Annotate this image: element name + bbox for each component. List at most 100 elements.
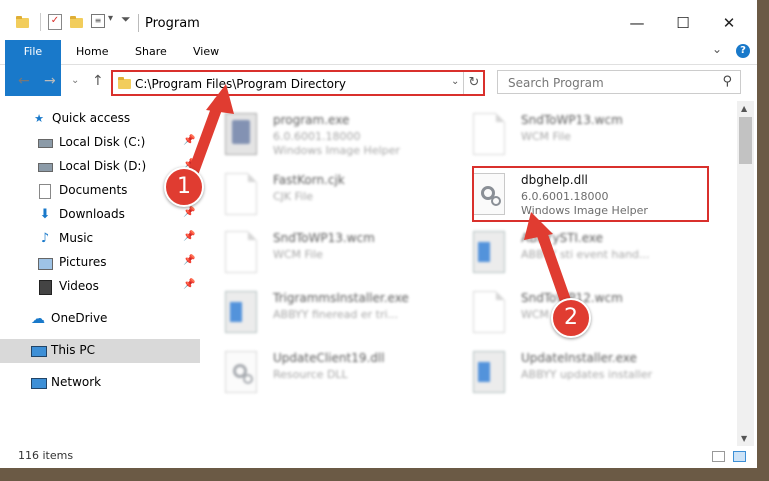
chevron-down-icon[interactable]: ⌄	[451, 76, 459, 87]
exe-icon	[225, 113, 257, 155]
sidebar-item-label: Local Disk (D:)	[59, 159, 147, 173]
address-bar[interactable]: C:\Program Files\Program Directory ⌄ ↻	[111, 70, 485, 96]
sidebar-item-network[interactable]: Network	[0, 371, 200, 395]
app-icon	[473, 231, 505, 273]
file-type: CJK File	[273, 190, 314, 203]
list-item[interactable]: ABBYySTI.exe ABBYY sti event hand...	[461, 225, 701, 281]
sidebar-item-label: Downloads	[59, 207, 125, 221]
sidebar-item-music[interactable]: ♪ Music 📌	[0, 227, 200, 251]
separator	[40, 13, 41, 31]
help-icon[interactable]: ?	[736, 44, 750, 58]
pin-icon[interactable]: 📌	[183, 279, 195, 290]
callout-badge-2: 2	[551, 298, 591, 338]
sidebar-item-label: This PC	[51, 343, 95, 357]
expand-ribbon-icon[interactable]: ⌄	[712, 42, 722, 56]
back-button[interactable]: ←	[18, 73, 30, 89]
list-item[interactable]: UpdateInstaller.exe ABBYY updates instal…	[461, 345, 701, 401]
list-item[interactable]: FastKorn.cjk CJK File	[213, 167, 453, 223]
gear-document-icon	[225, 351, 257, 393]
view-icon[interactable]: ≡	[91, 14, 105, 28]
search-box[interactable]: ⚲	[497, 70, 741, 94]
list-item[interactable]: TrigrammsInstaller.exe ABBYY fineread er…	[213, 285, 453, 341]
pin-icon[interactable]: 📌	[183, 255, 195, 266]
documents-icon	[38, 184, 52, 199]
file-type: ABBYY updates installer	[521, 368, 653, 381]
pin-icon[interactable]: 📌	[183, 135, 195, 146]
ribbon: File Home Share View ⌄ ?	[0, 40, 757, 96]
sidebar-item-pictures[interactable]: Pictures 📌	[0, 251, 200, 275]
folder-icon	[118, 77, 131, 89]
list-item[interactable]: program.exe 6.0.6001.18000 Windows Image…	[213, 107, 453, 163]
navigation-bar: ← → ⌄ ↑ C:\Program Files\Program Directo…	[0, 65, 757, 101]
videos-icon	[38, 280, 52, 295]
star-icon: ★	[34, 112, 44, 125]
separator	[138, 14, 139, 32]
large-icons-view-icon[interactable]	[733, 451, 746, 462]
sidebar-item-local-disk-c[interactable]: Local Disk (C:) 📌	[0, 131, 200, 155]
details-view-icon[interactable]	[712, 451, 725, 462]
pin-icon[interactable]: 📌	[183, 231, 195, 242]
scroll-down-icon[interactable]: ▼	[741, 434, 747, 443]
refresh-button[interactable]: ↻	[463, 72, 484, 94]
folder-icon	[16, 16, 29, 28]
cloud-icon: ☁	[31, 311, 45, 327]
vertical-scrollbar[interactable]: ▲ ▼	[737, 101, 754, 446]
recent-locations-button[interactable]: ⌄	[71, 75, 79, 86]
music-icon: ♪	[40, 231, 50, 246]
sidebar-item-this-pc[interactable]: This PC	[0, 339, 200, 363]
search-icon: ⚲	[722, 74, 732, 89]
address-path[interactable]: C:\Program Files\Program Directory	[135, 77, 346, 91]
sidebar-item-onedrive[interactable]: ☁ OneDrive	[0, 307, 200, 331]
file-type: 6.0.6001.18000	[273, 130, 361, 143]
minimize-button[interactable]: —	[614, 8, 660, 38]
up-button[interactable]: ↑	[92, 73, 104, 89]
status-bar: 116 items	[0, 447, 757, 467]
file-name: UpdateClient19.dll	[273, 351, 385, 365]
document-icon	[473, 113, 505, 155]
list-item[interactable]: UpdateClient19.dll Resource DLL	[213, 345, 453, 401]
pin-icon[interactable]: 📌	[183, 207, 195, 218]
download-icon: ⬇	[39, 207, 51, 222]
chevron-down-icon[interactable]: ▾	[108, 13, 113, 24]
tab-home[interactable]: Home	[76, 40, 108, 64]
maximize-button[interactable]: ☐	[660, 8, 706, 38]
sidebar-item-quick-access[interactable]: ★ Quick access	[0, 107, 200, 131]
close-button[interactable]: ✕	[706, 8, 752, 38]
sidebar-item-videos[interactable]: Videos 📌	[0, 275, 200, 299]
forward-button[interactable]: →	[44, 73, 56, 89]
file-name: ABBYySTI.exe	[521, 231, 604, 245]
tab-share[interactable]: Share	[135, 40, 167, 64]
list-item[interactable]: SndToWP13.wcm WCM File	[461, 107, 701, 163]
explorer-window: ✓ ≡ ▾ ⏷ Program — ☐ ✕ File Home Share Vi…	[0, 0, 757, 468]
file-type: WCM File	[273, 248, 323, 261]
customize-toolbar-icon[interactable]: ⏷	[121, 12, 131, 27]
network-icon	[31, 376, 47, 390]
sidebar-item-label: Documents	[59, 183, 128, 197]
file-name: SndToWP13.wcm	[273, 231, 375, 245]
sidebar-item-label: Network	[51, 375, 102, 389]
sidebar-item-label: Local Disk (C:)	[59, 135, 146, 149]
file-name: TrigrammsInstaller.exe	[273, 291, 409, 305]
properties-icon[interactable]: ✓	[48, 14, 62, 30]
navigation-pane: ★ Quick access Local Disk (C:) 📌 Local D…	[0, 101, 202, 441]
app-icon	[473, 351, 505, 393]
file-type: ABBYY sti event hand...	[521, 248, 650, 261]
file-type: ABBYY fineread er tri...	[273, 308, 399, 321]
document-icon	[225, 231, 257, 273]
sidebar-item-downloads[interactable]: ⬇ Downloads 📌	[0, 203, 200, 227]
gear-icon	[243, 374, 253, 384]
file-name: FastKorn.cjk	[273, 173, 345, 187]
drive-icon	[38, 136, 53, 150]
search-input[interactable]	[506, 72, 710, 94]
tab-view[interactable]: View	[193, 40, 219, 64]
sidebar-item-label: Quick access	[52, 111, 131, 125]
window-title: Program	[145, 16, 200, 31]
list-item[interactable]: SndToWP13.wcm WCM File	[213, 225, 453, 281]
computer-icon	[31, 344, 47, 358]
new-folder-icon[interactable]	[70, 16, 83, 28]
scroll-up-icon[interactable]: ▲	[741, 104, 747, 113]
document-icon	[473, 291, 505, 333]
scrollbar-thumb[interactable]	[739, 117, 752, 164]
callout-badge-1: 1	[164, 167, 204, 207]
highlight-box	[472, 166, 709, 222]
